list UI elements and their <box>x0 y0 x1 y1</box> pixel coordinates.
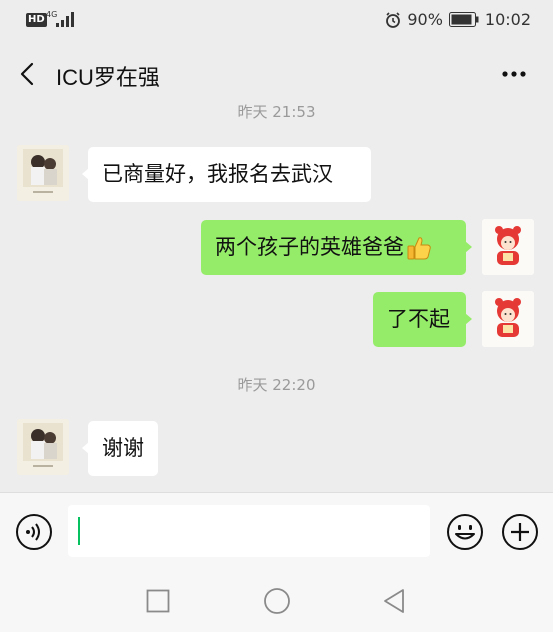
contact-photo-icon <box>17 145 69 201</box>
battery-icon <box>448 12 479 27</box>
hd-badge: HD <box>26 13 47 27</box>
message-text: 谢谢 <box>102 436 144 460</box>
thumbs-up-icon <box>407 237 431 260</box>
message-bubble-incoming[interactable]: 谢谢 <box>82 421 158 476</box>
cartoon-avatar-icon <box>482 219 534 275</box>
status-bar: HD 4G 90% 10:02 <box>0 0 553 42</box>
contact-avatar[interactable] <box>17 145 69 201</box>
triangle-back-icon[interactable] <box>382 588 406 614</box>
system-nav-bar <box>0 571 553 632</box>
message-text: 了不起 <box>387 307 450 331</box>
chat-header: ICU罗在强 <box>0 52 553 98</box>
message-timestamp: 昨天 22:20 <box>237 376 316 394</box>
message-input-bar <box>0 492 553 571</box>
plus-icon[interactable] <box>501 513 539 551</box>
message-text: 两个孩子的英雄爸爸 <box>215 235 404 259</box>
my-avatar[interactable] <box>482 219 534 275</box>
message-timestamp: 昨天 21:53 <box>237 103 316 121</box>
clock-time: 10:02 <box>484 10 531 29</box>
chevron-left-icon[interactable] <box>16 62 40 86</box>
status-right-group: 90% 10:02 <box>385 10 531 29</box>
message-text: 已商量好，我报名去武汉 <box>102 162 333 186</box>
my-avatar[interactable] <box>482 291 534 347</box>
message-bubble-outgoing[interactable]: 两个孩子的英雄爸爸 <box>201 220 472 275</box>
voice-icon[interactable] <box>15 513 53 551</box>
text-cursor <box>78 517 80 545</box>
message-bubble-incoming[interactable]: 已商量好，我报名去武汉 <box>82 147 371 202</box>
chat-title: ICU罗在强 <box>56 65 160 90</box>
emoji-smile-icon[interactable] <box>446 513 484 551</box>
more-dots-icon[interactable] <box>501 66 527 82</box>
contact-photo-icon <box>17 419 69 475</box>
signal-icon <box>56 12 74 27</box>
message-bubble-outgoing[interactable]: 了不起 <box>373 292 472 347</box>
contact-avatar[interactable] <box>17 419 69 475</box>
battery-percent: 90% <box>407 10 443 29</box>
cartoon-avatar-icon <box>482 291 534 347</box>
message-input[interactable] <box>68 505 430 557</box>
circle-home-icon[interactable] <box>263 587 291 615</box>
square-recents-icon[interactable] <box>146 589 170 613</box>
alarm-icon <box>386 11 401 28</box>
